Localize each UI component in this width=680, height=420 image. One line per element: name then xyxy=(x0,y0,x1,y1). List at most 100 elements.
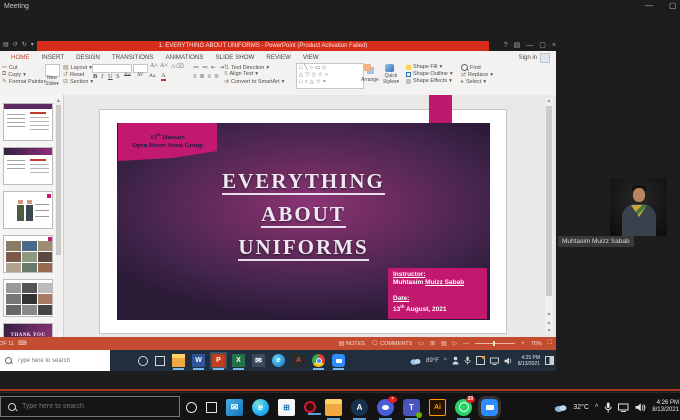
mail-icon[interactable]: ✉ xyxy=(252,354,265,367)
taskbar-search-input[interactable] xyxy=(20,402,164,411)
file-explorer-icon[interactable] xyxy=(325,399,342,416)
opera-icon[interactable] xyxy=(304,401,316,413)
strikethrough-button[interactable]: abc xyxy=(124,73,131,78)
slideshow-icon[interactable]: ▷ xyxy=(453,340,458,347)
underline-button[interactable]: U xyxy=(108,73,113,80)
zoom-slider-thumb[interactable] xyxy=(493,341,495,346)
slide-thumbnail-6[interactable]: THANK YOU xyxy=(3,323,53,337)
tab-animations[interactable]: ANIMATIONS xyxy=(165,54,203,61)
next-slide-icon[interactable]: ▼ xyxy=(545,328,553,334)
weather-icon[interactable] xyxy=(410,357,421,365)
shrink-font-button[interactable]: A˅ xyxy=(160,63,168,69)
shape-effects-button[interactable]: Shape Effects▾ xyxy=(406,78,452,84)
tab-view[interactable]: VIEW xyxy=(303,54,319,61)
font-size-select[interactable] xyxy=(133,64,148,73)
sign-in-button[interactable]: Sign in xyxy=(519,53,550,63)
hidden-icons-chevron[interactable]: ^ xyxy=(444,358,447,364)
ribbon-options-icon[interactable]: ▤ xyxy=(514,41,521,51)
powerpoint-icon[interactable]: P xyxy=(212,354,225,367)
thumbnail-scrollbar-thumb[interactable] xyxy=(56,105,61,255)
reset-button[interactable]: ↺Reset xyxy=(63,71,84,78)
cortana-icon[interactable] xyxy=(186,402,197,413)
chrome-icon[interactable] xyxy=(312,354,325,367)
zoom-slider[interactable] xyxy=(475,343,515,344)
convert-smartart-button[interactable]: ⇉Convert to SmartArt▾ xyxy=(224,78,284,85)
zoom-app-icon[interactable] xyxy=(332,354,345,367)
thumbnail-scrollbar[interactable]: ▲ xyxy=(55,98,62,334)
file-explorer-icon[interactable] xyxy=(172,354,185,367)
shared-search-box[interactable] xyxy=(0,350,110,371)
minimize-icon[interactable]: — xyxy=(645,1,653,11)
whatsapp-icon[interactable]: 20 xyxy=(455,399,472,416)
scroll-up-icon[interactable]: ▲ xyxy=(55,98,62,104)
scroll-down-icon[interactable]: ▼ xyxy=(545,312,553,318)
maximize-icon[interactable]: ▢ xyxy=(669,1,677,11)
section-button[interactable]: ⊟Section▾ xyxy=(63,78,93,85)
discord-icon[interactable]: • xyxy=(377,399,394,416)
replace-button[interactable]: ⇄Replace▾ xyxy=(461,71,493,78)
edge-icon[interactable]: e xyxy=(252,399,269,416)
grow-font-button[interactable]: A˄ xyxy=(150,63,158,69)
edge-icon[interactable]: e xyxy=(272,354,285,367)
slide-thumbnail-4[interactable] xyxy=(3,235,53,273)
slide-thumbnail-5[interactable] xyxy=(3,279,53,317)
ppt-minimize-icon[interactable]: — xyxy=(526,41,533,51)
comments-button[interactable]: 🗨 COMMENTS xyxy=(371,340,412,347)
editor-scrollbar[interactable]: ▲ ▼ ▲ ▼ xyxy=(545,98,553,334)
shape-fill-button[interactable]: Shape Fill▾ xyxy=(406,64,442,70)
tab-insert[interactable]: INSERT xyxy=(42,54,65,61)
tab-slideshow[interactable]: SLIDE SHOW xyxy=(216,54,255,61)
scroll-up-icon[interactable]: ▲ xyxy=(545,98,553,104)
word-icon[interactable]: W xyxy=(192,354,205,367)
alignment-icons[interactable]: ≡≣≡≋ xyxy=(193,73,222,80)
clock[interactable]: 4:26 PM8/13/2021 xyxy=(652,400,679,414)
format-painter-button[interactable]: ✎Format Painter xyxy=(2,78,45,85)
copy-button[interactable]: ⧉Copy▾ xyxy=(2,71,26,78)
microphone-icon[interactable] xyxy=(464,356,471,365)
tab-review[interactable]: REVIEW xyxy=(266,54,290,61)
temperature-label[interactable]: 89°F xyxy=(426,358,439,364)
teams-icon[interactable]: T xyxy=(403,399,420,416)
people-icon[interactable] xyxy=(452,356,459,365)
weather-icon[interactable] xyxy=(554,403,567,412)
bold-button[interactable]: B xyxy=(93,73,97,80)
zoom-app-icon[interactable] xyxy=(481,399,498,416)
text-direction-button[interactable]: ⇅Text Direction▾ xyxy=(224,64,269,71)
slide-thumbnail-3[interactable] xyxy=(3,191,53,229)
help-icon[interactable]: ? xyxy=(504,41,508,51)
bullets-numbering-icons[interactable]: ≔≕⇤⇥ xyxy=(193,64,227,71)
new-slide-button[interactable]: New Slide▾ xyxy=(43,76,61,87)
cut-button[interactable]: ✂Cut xyxy=(2,64,18,71)
previous-slide-icon[interactable]: ▲ xyxy=(545,320,553,326)
network-icon[interactable] xyxy=(490,357,499,365)
slide-canvas[interactable]: 13th Hussars Open Rover Scout Group EVER… xyxy=(100,110,506,333)
quick-access-toolbar[interactable]: ▤↺↻▾ xyxy=(3,41,38,48)
shared-search-input[interactable] xyxy=(15,357,105,365)
tab-transitions[interactable]: TRANSITIONS xyxy=(112,54,154,61)
zoom-out-icon[interactable]: — xyxy=(463,341,469,347)
tab-home[interactable]: HOME xyxy=(11,54,30,61)
mail-icon[interactable]: ✉ xyxy=(226,399,243,416)
quick-styles-button[interactable]: Quick Styles▾ xyxy=(382,74,400,85)
ppt-restore-icon[interactable]: ▢ xyxy=(539,41,546,51)
a-app-icon[interactable]: A xyxy=(351,399,368,416)
font-color-button[interactable]: A xyxy=(161,73,166,81)
font-name-select[interactable] xyxy=(92,64,132,73)
language-keyboard-icon[interactable]: ⌨ xyxy=(18,340,27,347)
illustrator-icon[interactable]: Ai xyxy=(429,399,446,416)
layout-button[interactable]: ▤Layout▾ xyxy=(63,64,92,71)
network-icon[interactable] xyxy=(618,403,629,412)
speaker-icon[interactable] xyxy=(635,403,646,412)
task-view-icon[interactable] xyxy=(206,402,217,413)
cortana-icon[interactable] xyxy=(138,356,148,366)
slide-thumbnail-1[interactable] xyxy=(3,103,53,141)
fit-slide-icon[interactable]: ⛶ xyxy=(548,340,552,347)
find-button[interactable]: Find xyxy=(461,64,481,71)
ms-store-icon[interactable]: ⊞ xyxy=(278,399,295,416)
task-view-icon[interactable] xyxy=(155,356,165,366)
microphone-icon[interactable] xyxy=(604,402,612,413)
notes-button[interactable]: ▤ NOTES xyxy=(339,340,365,347)
tab-design[interactable]: DESIGN xyxy=(76,54,100,61)
excel-icon[interactable]: X xyxy=(232,354,245,367)
taskbar-search-box[interactable] xyxy=(0,396,180,417)
